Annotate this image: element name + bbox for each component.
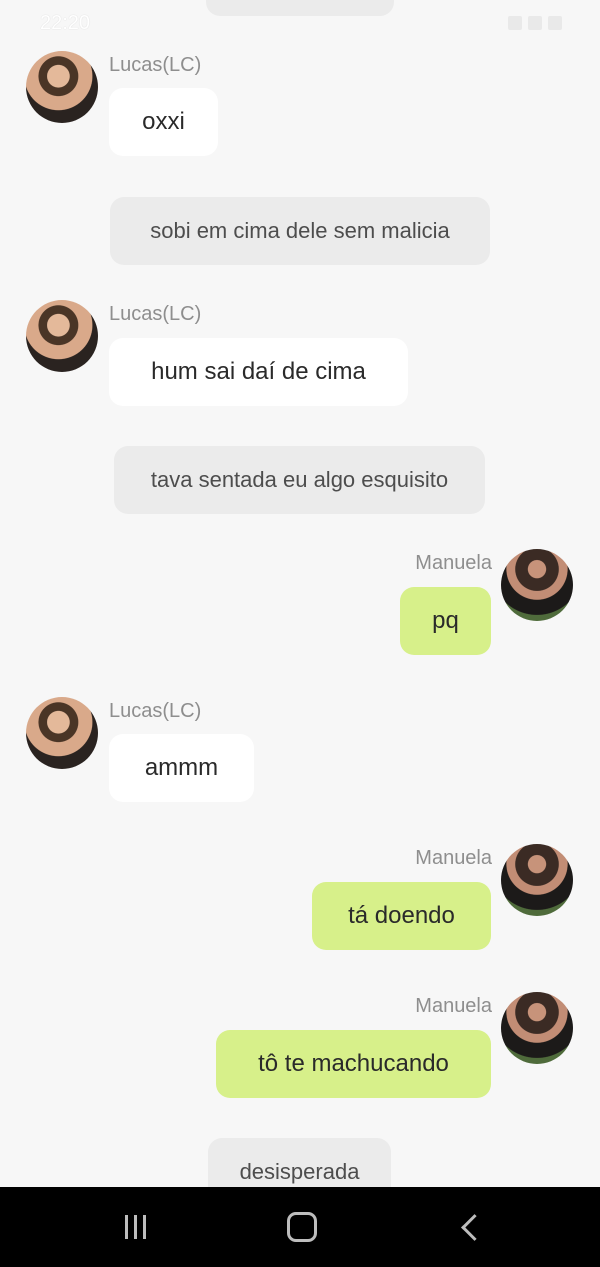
battery-icon (548, 16, 562, 30)
signal-icon (528, 16, 542, 30)
sender-name: Manuela (415, 552, 492, 574)
avatar-manuela[interactable] (501, 549, 573, 621)
message-bubble-sent[interactable]: tá doendo (312, 882, 491, 950)
avatar-lucas[interactable] (26, 300, 98, 372)
narration-bubble-partial (206, 0, 394, 16)
home-button[interactable] (282, 1209, 322, 1245)
status-time: 22:20 (40, 12, 91, 34)
sender-name: Manuela (415, 847, 492, 869)
home-icon (287, 1212, 317, 1242)
sender-name: Manuela (415, 995, 492, 1017)
avatar-lucas[interactable] (26, 697, 98, 769)
message-bubble-sent[interactable]: pq (400, 587, 491, 655)
narration-bubble[interactable]: sobi em cima dele sem malicia (110, 197, 490, 265)
message-bubble-received[interactable]: ammm (109, 734, 254, 802)
sender-name: Lucas(LC) (109, 303, 202, 325)
avatar-manuela[interactable] (501, 844, 573, 916)
back-button[interactable] (450, 1209, 490, 1245)
sender-name: Lucas(LC) (109, 54, 202, 76)
message-bubble-sent[interactable]: tô te machucando (216, 1030, 491, 1098)
recents-icon (124, 1215, 146, 1239)
back-icon (460, 1213, 488, 1241)
wifi-icon (508, 16, 522, 30)
system-icons (508, 16, 562, 30)
narration-bubble[interactable]: tava sentada eu algo esquisito (114, 446, 485, 514)
message-bubble-received[interactable]: hum sai daí de cima (109, 338, 408, 406)
message-bubble-received[interactable]: oxxi (109, 88, 218, 156)
sender-name: Lucas(LC) (109, 700, 202, 722)
recents-button[interactable] (115, 1209, 155, 1245)
avatar-manuela[interactable] (501, 992, 573, 1064)
navigation-bar (0, 1187, 600, 1267)
avatar-lucas[interactable] (26, 51, 98, 123)
